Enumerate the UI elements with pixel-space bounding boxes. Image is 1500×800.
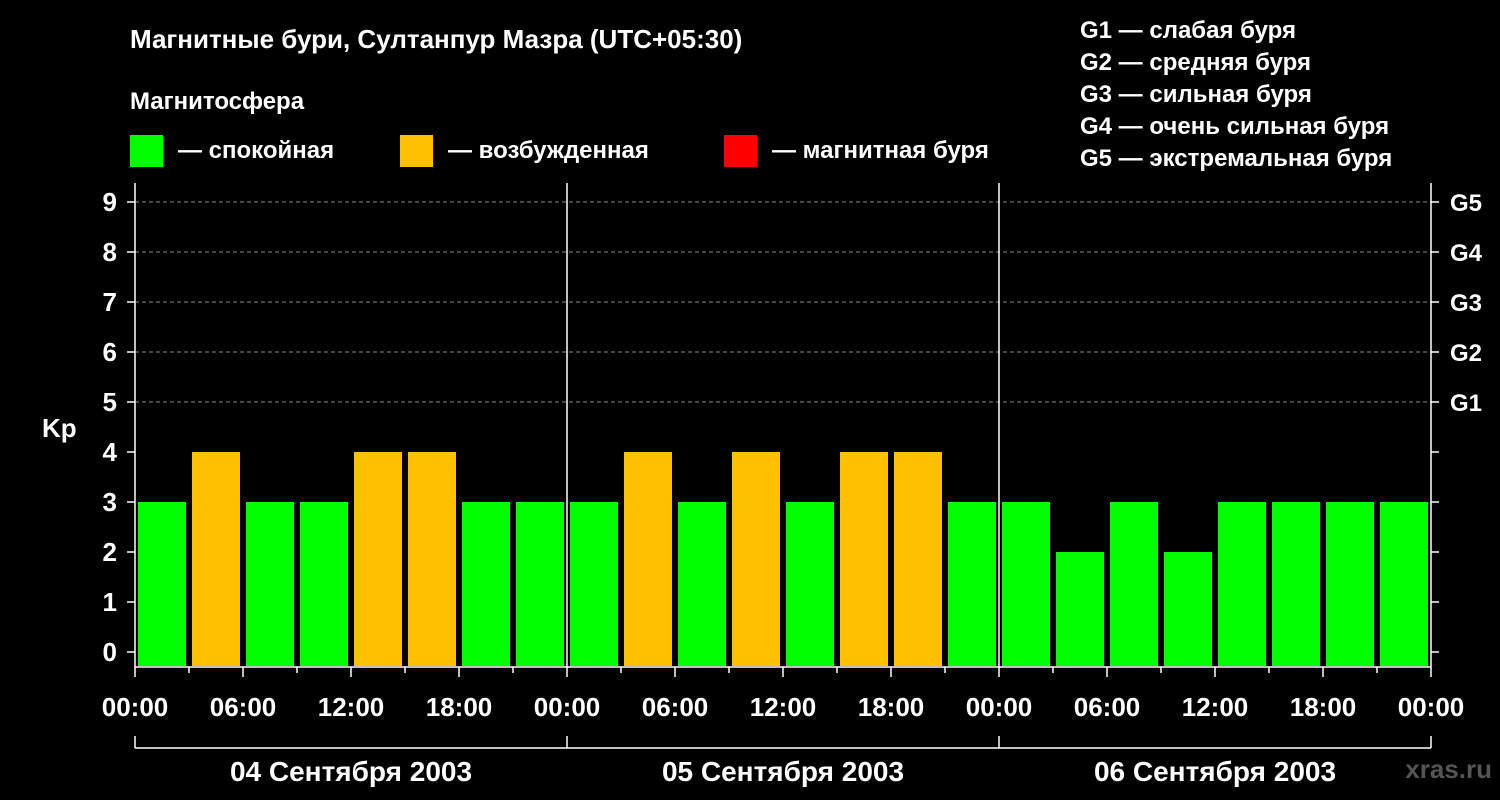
kp-bar xyxy=(1110,502,1158,666)
kp-bar xyxy=(1272,502,1320,666)
x-tick-label: 12:00 xyxy=(750,692,817,722)
x-tick-label: 00:00 xyxy=(102,692,169,722)
kp-bar xyxy=(1002,502,1050,666)
y-tick-label: 5 xyxy=(103,387,117,417)
g-scale-item-g5: G5 — экстремальная буря xyxy=(1080,145,1392,172)
x-tick-label: 00:00 xyxy=(534,692,601,722)
kp-bar xyxy=(570,502,618,666)
watermark: xras.ru xyxy=(1405,754,1492,784)
g-scale-item-g4: G4 — очень сильная буря xyxy=(1080,113,1389,140)
kp-bar xyxy=(246,502,294,666)
kp-bar xyxy=(1164,552,1212,666)
kp-bar xyxy=(354,452,402,666)
kp-bar xyxy=(300,502,348,666)
kp-bar xyxy=(192,452,240,666)
kp-bar xyxy=(138,502,186,666)
x-tick-label: 06:00 xyxy=(1074,692,1141,722)
x-tick-label: 06:00 xyxy=(210,692,277,722)
kp-bar xyxy=(678,502,726,666)
kp-bar xyxy=(1218,502,1266,666)
day-label: 04 Сентября 2003 xyxy=(230,756,472,787)
x-tick-label: 00:00 xyxy=(1398,692,1465,722)
g-level-label: G4 xyxy=(1450,240,1483,267)
g-scale-item-g3: G3 — сильная буря xyxy=(1080,81,1312,108)
legend-swatch-active xyxy=(400,135,433,167)
day-label: 05 Сентября 2003 xyxy=(662,756,904,787)
day-label: 06 Сентября 2003 xyxy=(1094,756,1336,787)
y-tick-label: 9 xyxy=(103,187,117,217)
y-tick-label: 0 xyxy=(103,637,117,667)
kp-bar xyxy=(408,452,456,666)
kp-bar xyxy=(786,502,834,666)
kp-bar xyxy=(516,502,564,666)
g-level-label: G2 xyxy=(1450,340,1482,367)
legend-label-storm: — магнитная буря xyxy=(772,137,989,164)
g-scale-item-g1: G1 — слабая буря xyxy=(1080,17,1296,44)
g-level-label: G3 xyxy=(1450,290,1482,317)
kp-bar xyxy=(948,502,996,666)
x-tick-label: 12:00 xyxy=(318,692,385,722)
y-tick-label: 1 xyxy=(103,587,117,617)
legend-swatch-calm xyxy=(130,135,163,167)
kp-bar xyxy=(1326,502,1374,666)
g-level-label: G5 xyxy=(1450,190,1482,217)
y-tick-label: 7 xyxy=(103,287,117,317)
x-tick-label: 18:00 xyxy=(858,692,925,722)
kp-bar xyxy=(624,452,672,666)
kp-bar xyxy=(840,452,888,666)
legend-label-active: — возбужденная xyxy=(448,137,649,164)
legend-label-calm: — спокойная xyxy=(178,137,334,164)
chart-subtitle: Магнитосфера xyxy=(130,88,305,115)
y-tick-label: 3 xyxy=(103,487,117,517)
y-axis-label: Kp xyxy=(42,413,77,443)
y-tick-label: 4 xyxy=(103,437,118,467)
y-tick-label: 6 xyxy=(103,337,117,367)
y-tick-label: 8 xyxy=(103,237,117,267)
x-tick-label: 18:00 xyxy=(1290,692,1357,722)
kp-bar xyxy=(1056,552,1104,666)
g-level-label: G1 xyxy=(1450,390,1482,417)
y-tick-label: 2 xyxy=(103,537,117,567)
kp-bar xyxy=(732,452,780,666)
plot-area: 0 1 2 3 4 5 6 7 8 9 G1 G2 G3 G4 G5 00:00 06:00 12:00 18:00… xyxy=(102,183,1483,787)
kp-bar xyxy=(1380,502,1428,666)
legend: — спокойная — возбужденная — магнитная б… xyxy=(130,135,989,167)
legend-swatch-storm xyxy=(724,135,757,167)
kp-chart: Магнитные бури, Султанпур Мазра (UTC+05:… xyxy=(42,17,1492,787)
kp-bar xyxy=(894,452,942,666)
g-scale-item-g2: G2 — средняя буря xyxy=(1080,49,1311,76)
x-tick-label: 06:00 xyxy=(642,692,709,722)
chart-title: Магнитные бури, Султанпур Мазра (UTC+05:… xyxy=(130,24,742,54)
kp-bar xyxy=(462,502,510,666)
x-tick-label: 18:00 xyxy=(426,692,493,722)
x-tick-label: 12:00 xyxy=(1182,692,1249,722)
g-scale-legend: G1 — слабая буря G2 — средняя буря G3 — … xyxy=(1080,17,1392,172)
x-tick-label: 00:00 xyxy=(966,692,1033,722)
